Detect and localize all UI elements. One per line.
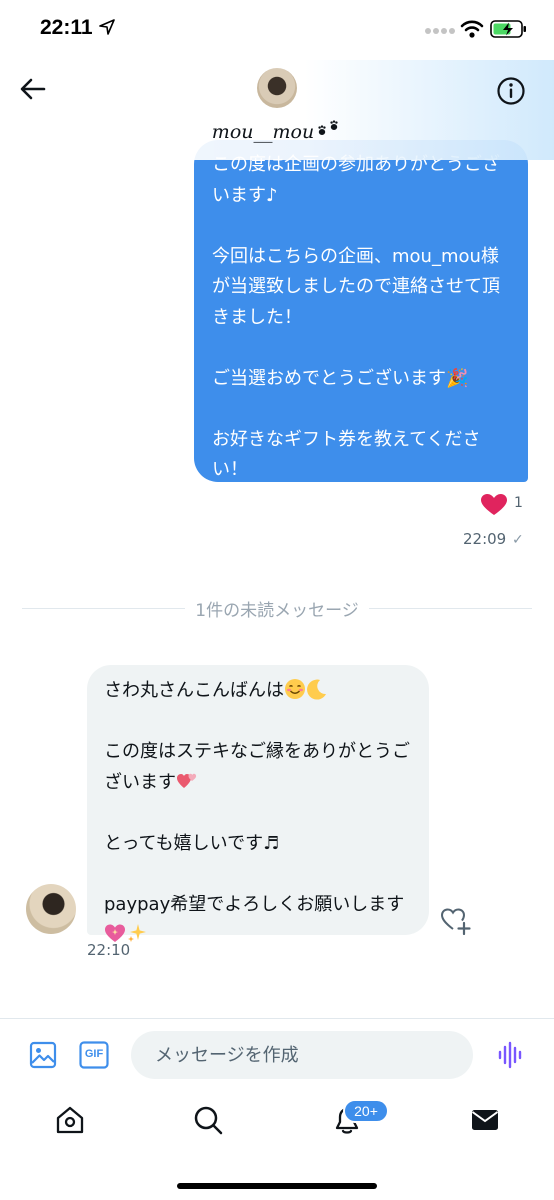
paw-prints-icon — [318, 120, 338, 135]
back-arrow-icon[interactable] — [20, 77, 46, 101]
image-icon[interactable] — [29, 1041, 57, 1069]
received-line-2: この度はステキなご縁をありがとうございます — [104, 741, 410, 793]
received-line-3: とっても嬉しいです♬ — [104, 832, 280, 854]
conversation-header: mou__mou — [0, 60, 554, 160]
like-count: 1 — [514, 495, 523, 511]
read-check-icon: ✓ — [512, 532, 524, 548]
received-message-time: 22:10 — [87, 941, 131, 959]
add-reaction-heart-icon[interactable] — [440, 905, 472, 935]
wifi-icon — [460, 20, 484, 38]
sender-avatar[interactable] — [26, 884, 76, 934]
sent-message-bubble[interactable]: この度は企画の参加ありがとうございます♪ 今回はこちらの企画、mou_mou様が… — [194, 140, 528, 511]
location-arrow-icon — [99, 19, 115, 35]
message-input[interactable] — [131, 1031, 473, 1079]
contact-name-text: mou__mou — [211, 121, 315, 143]
notifications-badge: 20+ — [343, 1099, 389, 1123]
gif-button[interactable]: GIF — [79, 1041, 109, 1069]
status-time: 22:11 — [40, 16, 93, 39]
smiling-face-icon — [285, 679, 305, 699]
unread-divider-text: 1件の未読メッセージ — [185, 601, 369, 621]
crescent-moon-icon — [307, 679, 326, 700]
home-icon[interactable] — [54, 1104, 86, 1136]
status-bar: 22:11 — [0, 0, 554, 60]
sent-message-time: 22:09 — [463, 530, 507, 548]
message-composer: GIF — [0, 1018, 554, 1090]
unread-divider: 1件の未読メッセージ — [22, 596, 532, 621]
received-message-bubble[interactable]: さわ丸さんこんばんは この度はステキなご縁をありがとうございます とっても嬉しい… — [87, 665, 429, 942]
info-icon[interactable] — [496, 76, 526, 106]
search-icon[interactable] — [192, 1104, 224, 1136]
like-reaction[interactable]: 1 — [480, 493, 530, 517]
two-hearts-icon — [177, 773, 197, 788]
received-line-1: さわ丸さんこんばんは — [104, 680, 284, 701]
heart-icon — [481, 494, 507, 515]
mail-icon[interactable] — [469, 1104, 501, 1136]
gif-label: GIF — [84, 1048, 104, 1060]
signal-icon — [425, 28, 455, 34]
contact-name[interactable]: mou__mou — [0, 118, 554, 143]
received-line-4: paypay希望でよろしくお願いします — [104, 893, 405, 915]
home-indicator — [177, 1183, 377, 1189]
contact-avatar[interactable] — [257, 68, 297, 108]
voice-icon[interactable] — [498, 1041, 524, 1069]
battery-icon — [490, 20, 526, 38]
